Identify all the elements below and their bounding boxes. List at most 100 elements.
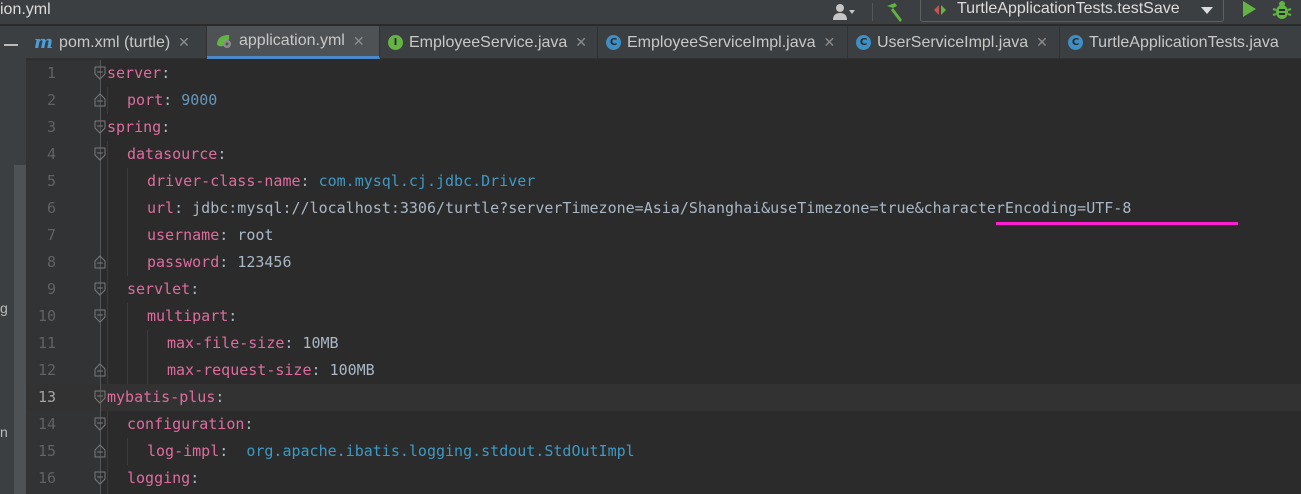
chevron-down-icon [1201,7,1213,14]
line-number[interactable]: 7 [26,222,56,249]
line-number[interactable]: 3 [26,114,56,141]
line-number[interactable]: 4 [26,141,56,168]
yaml-separator: : [311,361,330,379]
run-icon[interactable] [1240,0,1258,18]
code-line[interactable]: servlet: [127,276,199,303]
line-number[interactable]: 15 [26,438,56,465]
close-icon[interactable]: ✕ [178,34,190,51]
tab-employee-service-impl[interactable]: C EmployeeServiceImpl.java ✕ [598,26,848,59]
close-icon[interactable]: ✕ [575,34,587,51]
yaml-separator: : [161,118,171,136]
run-configuration-selector[interactable]: TurtleApplicationTests.testSave [920,0,1224,22]
tab-pom-xml[interactable]: m pom.xml (turtle) ✕ [26,26,207,59]
code-line-current[interactable]: mybatis-plus: [107,384,224,411]
line-number[interactable]: 9 [26,276,56,303]
indent-guide [147,330,148,384]
tab-label: UserServiceImpl.java [877,33,1029,51]
run-config-icon [934,5,946,15]
code-line[interactable]: port: 9000 [127,87,217,114]
tab-user-service-impl[interactable]: C UserServiceImpl.java ✕ [848,26,1060,59]
code-line[interactable]: log-impl: org.apache.ibatis.logging.stdo… [147,438,635,465]
yaml-key: logging [127,469,191,487]
code-line[interactable]: max-file-size: 10MB [167,330,339,357]
build-hammer-icon[interactable] [884,1,906,23]
yaml-key: password [147,253,220,271]
code-line[interactable]: configuration: [127,411,253,438]
project-panel-scrollbar[interactable] [14,165,26,494]
line-number[interactable]: 2 [26,87,56,114]
line-number[interactable]: 8 [26,249,56,276]
yaml-key: configuration [127,415,245,433]
code-line[interactable]: username: root [147,222,273,249]
user-icon[interactable] [832,2,856,22]
code-line[interactable]: driver-class-name: com.mysql.cj.jdbc.Dri… [147,168,535,195]
code-line[interactable]: password: 123456 [147,249,292,276]
yaml-separator: : [174,199,193,217]
run-config-label: TurtleApplicationTests.testSave [957,0,1180,17]
close-icon[interactable]: ✕ [824,34,836,51]
tab-employee-service[interactable]: I EmployeeService.java ✕ [380,26,598,59]
yaml-key: server [107,64,162,82]
code-line[interactable]: multipart: [147,303,237,330]
fold-open-icon[interactable] [94,147,106,161]
line-number[interactable]: 11 [26,330,56,357]
tab-label: TurtleApplicationTests.java [1089,33,1279,51]
interface-icon: I [388,35,403,50]
close-icon[interactable]: ✕ [1036,34,1048,51]
fold-open-icon[interactable] [94,66,106,80]
fold-open-icon[interactable] [94,390,106,404]
fold-end-icon[interactable] [94,363,106,377]
yaml-value-class-reference: org.apache.ibatis.logging.stdout.StdOutI… [246,442,635,460]
fold-open-icon[interactable] [94,309,106,323]
close-icon[interactable]: ✕ [353,33,365,50]
indent-guide [127,168,128,276]
indent-guide [107,141,108,384]
debug-icon[interactable] [1272,0,1292,20]
line-number[interactable]: 12 [26,357,56,384]
code-line[interactable]: datasource: [127,141,226,168]
fold-open-icon[interactable] [94,120,106,134]
yaml-separator: : [161,64,171,82]
tab-application-yml[interactable]: application.yml ✕ [207,26,380,59]
yaml-value: 9000 [181,91,218,109]
code-line[interactable]: spring: [107,114,170,141]
yaml-key: username [147,226,220,244]
line-number[interactable]: 14 [26,411,56,438]
panel-text-fragment: n [0,424,8,440]
yaml-key: datasource [127,145,218,163]
fold-end-icon[interactable] [94,93,106,107]
fold-open-icon[interactable] [94,282,106,296]
code-line[interactable]: max-request-size: 100MB [167,357,375,384]
editor-tab-bar: m pom.xml (turtle) ✕ application.yml ✕ I… [26,26,1301,59]
yaml-key: servlet [127,280,191,298]
tab-label: application.yml [239,32,345,49]
yaml-separator: : [219,442,247,460]
fold-end-icon[interactable] [94,255,106,269]
fold-end-icon[interactable] [94,444,106,458]
fold-open-icon[interactable] [94,417,106,431]
yaml-separator: : [300,172,319,190]
collapse-icon[interactable] [4,44,18,46]
yaml-separator: : [228,307,238,325]
tab-turtle-application-tests[interactable]: C TurtleApplicationTests.java [1060,26,1301,59]
yaml-value: root [237,226,274,244]
line-number-current[interactable]: 13 [26,384,56,411]
yaml-key: port [127,91,164,109]
line-number[interactable]: 6 [26,195,56,222]
yaml-separator: : [163,91,182,109]
line-number[interactable]: 16 [26,465,56,492]
yaml-separator: : [190,280,200,298]
line-number[interactable]: 10 [26,303,56,330]
fold-open-icon[interactable] [94,471,106,485]
line-number[interactable]: 5 [26,168,56,195]
yaml-value: 123456 [237,253,292,271]
yaml-value-jdbc-url: jdbc:mysql://localhost:3306/turtle?serve… [192,199,1132,217]
yaml-value-class-reference: com.mysql.cj.jdbc.Driver [318,172,536,190]
line-number[interactable]: 1 [26,60,56,87]
tab-label: EmployeeServiceImpl.java [627,33,816,51]
yaml-key: driver-class-name [147,172,301,190]
code-line[interactable]: server: [107,60,170,87]
code-line[interactable]: url: jdbc:mysql://localhost:3306/turtle?… [147,195,1131,222]
indent-guide [127,303,128,384]
code-line[interactable]: logging: [127,465,199,492]
